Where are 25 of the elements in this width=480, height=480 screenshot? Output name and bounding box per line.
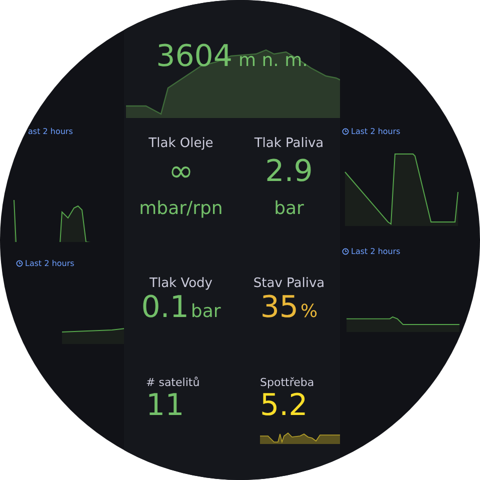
stat-unit: bar	[274, 198, 304, 218]
stat-value: 2.9	[265, 155, 313, 190]
time-range-label[interactable]: Last 2 hours	[342, 247, 400, 256]
stat-value: ∞	[168, 155, 194, 190]
stat-value: 5.2	[260, 389, 308, 424]
stat-title: Spottřeba	[260, 376, 314, 389]
stat-unit: mbar/rpn	[139, 198, 223, 218]
stat-title: Tlak Paliva	[254, 136, 324, 151]
stat-title: # satelitů	[146, 376, 200, 389]
stat-unit: %	[300, 301, 318, 322]
time-range-label[interactable]: Last 2 hours	[16, 259, 74, 268]
altitude-unit: m n. m.	[238, 50, 308, 71]
stat-unit: bar	[190, 301, 221, 322]
time-range-label[interactable]: ast 2 hours	[28, 127, 73, 136]
altitude-value: 3604	[156, 42, 232, 72]
stat-value: 35	[260, 291, 299, 326]
stat-title: Tlak Oleje	[148, 136, 214, 151]
clock-icon	[342, 128, 349, 135]
stat-title: Stav Paliva	[253, 276, 325, 291]
stat-title: Tlak Vody	[150, 276, 212, 291]
clock-icon	[342, 248, 349, 255]
stat-value: 11	[146, 389, 184, 424]
time-range-label[interactable]: Last 2 hours	[342, 127, 400, 136]
stat-value: 0.1	[141, 291, 189, 326]
clock-icon	[16, 260, 23, 267]
